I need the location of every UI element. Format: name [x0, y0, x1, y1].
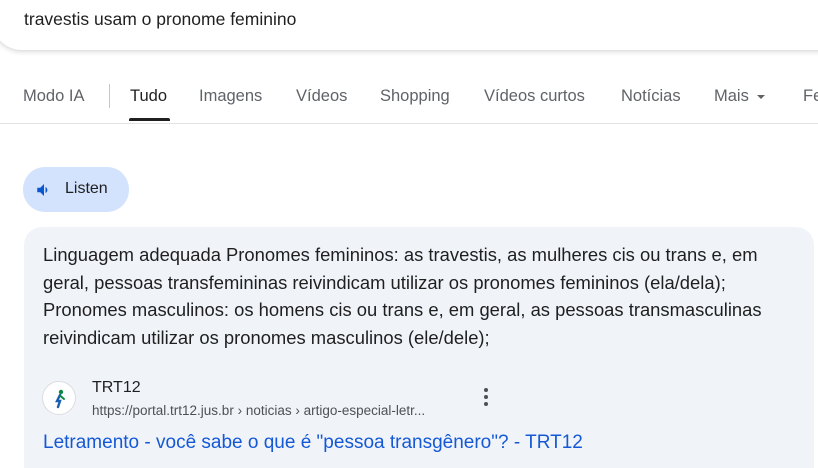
more-options-icon[interactable]: [476, 385, 496, 411]
tab-tudo[interactable]: Tudo: [130, 87, 167, 106]
tab-modo-ia[interactable]: Modo IA: [23, 87, 84, 106]
trt12-logo-icon: [55, 389, 65, 409]
tab-videos-curtos[interactable]: Vídeos curtos: [484, 87, 585, 106]
search-box[interactable]: travestis usam o pronome feminino: [0, 0, 818, 50]
tab-shopping[interactable]: Shopping: [380, 87, 450, 106]
tab-fe[interactable]: Fe: [803, 87, 818, 106]
answer-snippet: Linguagem adequada Pronomes femininos: a…: [43, 244, 762, 348]
listen-button[interactable]: Listen: [23, 167, 129, 212]
tab-mais-label: Mais: [714, 87, 749, 105]
search-query-text[interactable]: travestis usam o pronome feminino: [24, 9, 296, 30]
tab-noticias[interactable]: Notícias: [621, 87, 681, 106]
active-tab-indicator: [129, 118, 170, 121]
tab-videos[interactable]: Vídeos: [296, 87, 347, 106]
tab-imagens[interactable]: Imagens: [199, 87, 262, 106]
listen-label: Listen: [65, 180, 108, 197]
answer-card: Linguagem adequada Pronomes femininos: a…: [24, 227, 814, 468]
caret-down-icon: [756, 94, 765, 99]
source-url[interactable]: https://portal.trt12.jus.br › noticias ›…: [92, 403, 468, 418]
tab-mais[interactable]: Mais: [714, 87, 765, 106]
search-tabs-bar: Modo IA Tudo Imagens Vídeos Shopping Víd…: [0, 70, 818, 124]
source-favicon[interactable]: [42, 381, 76, 415]
search-results-page: travestis usam o pronome feminino Modo I…: [0, 0, 818, 468]
tab-divider: [109, 84, 110, 108]
source-name[interactable]: TRT12: [92, 379, 141, 397]
result-link[interactable]: Letramento - você sabe o que é "pessoa t…: [43, 432, 583, 454]
speaker-icon: [37, 184, 48, 196]
